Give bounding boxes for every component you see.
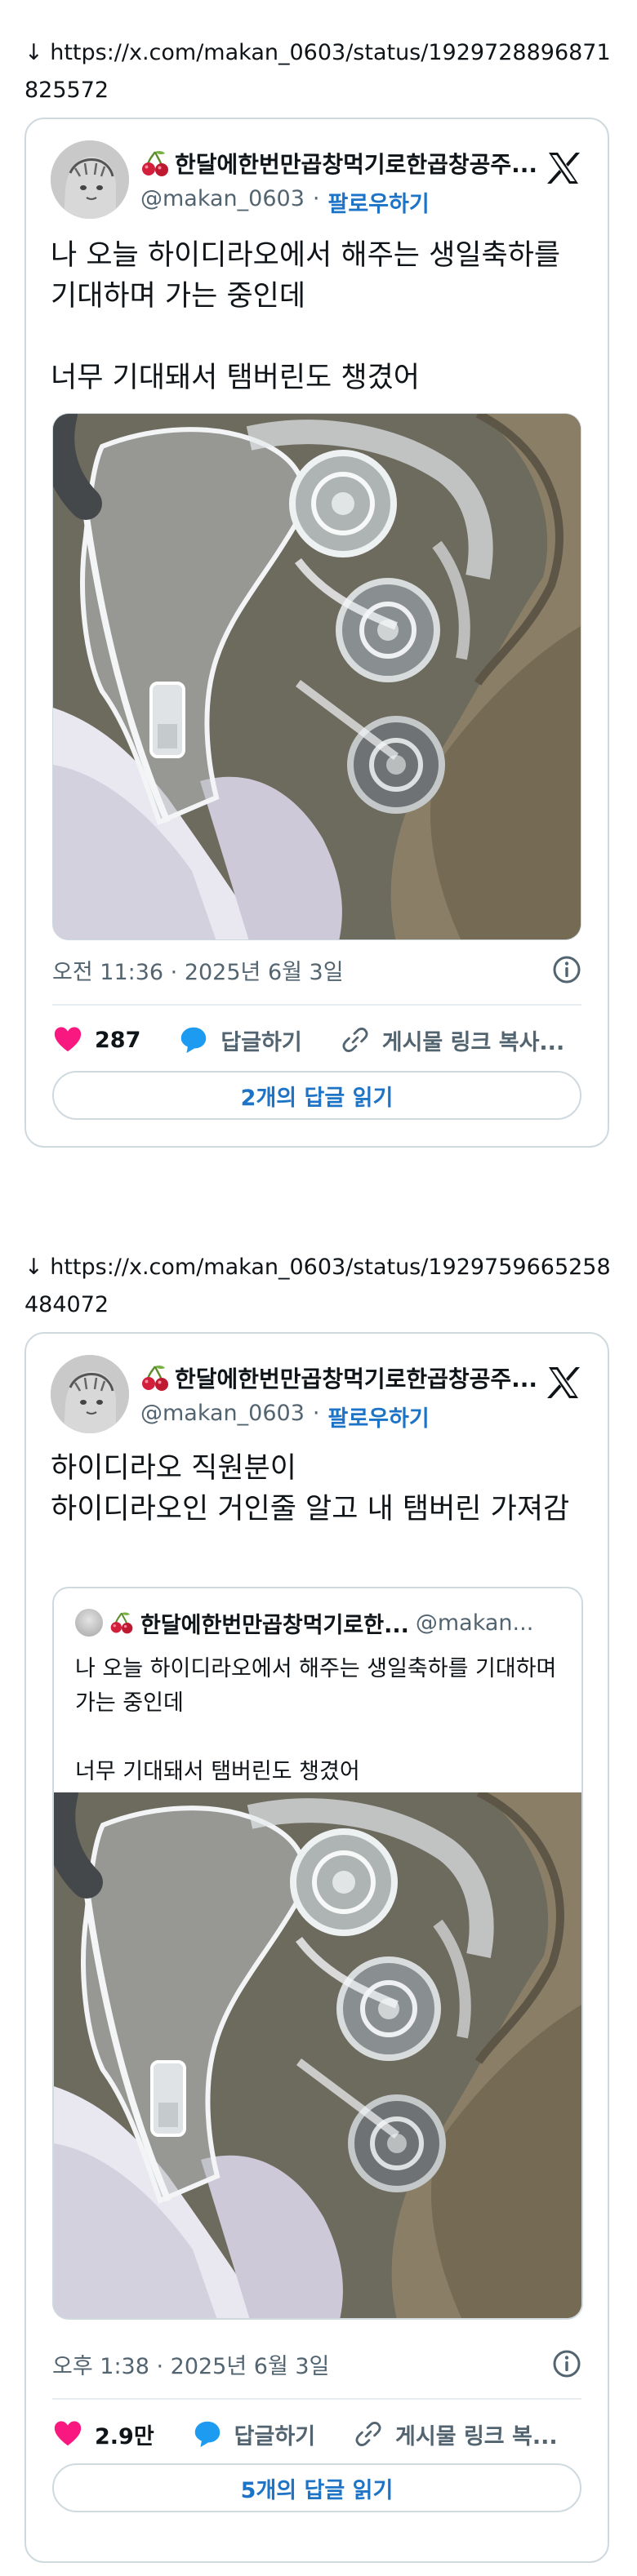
action-bar: 2.9만 답글하기 게시물 링크 복... xyxy=(52,2416,581,2452)
like-count: 2.9만 xyxy=(95,2423,154,2449)
avatar-image xyxy=(51,140,129,219)
author-display-name[interactable]: 한달에한번만곱창먹기로한곱창공주... xyxy=(175,147,537,180)
post-2: ↓ https://x.com/makan_0603/status/192975… xyxy=(0,1224,637,2576)
author-name-row[interactable]: 한달에한번만곱창먹기로한곱창공주... xyxy=(140,147,541,180)
timestamp-row: 오후 1:38 · 2025년 6월 3일 xyxy=(52,2347,583,2380)
tweet-card[interactable]: 한달에한번만곱창먹기로한곱창공주... @makan_0603 · 팔로우하기 … xyxy=(24,1332,609,2563)
divider xyxy=(52,1004,581,1006)
action-bar: 287 답글하기 게시물 링크 복사... xyxy=(52,1022,581,1058)
cherry-icon xyxy=(140,1363,170,1392)
tambourine-photo xyxy=(53,414,581,940)
cherry-icon xyxy=(140,149,170,178)
like-count: 287 xyxy=(95,1027,141,1053)
quoted-handle: @makan... xyxy=(415,1610,534,1636)
author-handle[interactable]: @makan_0603 xyxy=(140,1401,305,1432)
read-replies-button[interactable]: 2개의 답글 읽기 xyxy=(52,1071,581,1120)
link-icon xyxy=(353,2418,384,2449)
like-button[interactable]: 287 xyxy=(52,1024,140,1055)
reply-button[interactable]: 답글하기 xyxy=(192,2418,315,2450)
tambourine-photo xyxy=(54,1792,581,2320)
tweet-text: 하이디라오 직원분이 하이디라오인 거인줄 알고 내 탬버린 가져감 xyxy=(51,1448,581,1530)
tweet-timestamp[interactable]: 오후 1:38 · 2025년 6월 3일 xyxy=(52,2348,329,2380)
tweet-text-body: 나 오늘 하이디라오에서 해주는 생일축하를 기대하며 가는 중인데 너무 기대… xyxy=(51,239,561,394)
link-icon xyxy=(340,1024,371,1055)
avatar-image xyxy=(51,1355,129,1433)
reply-label: 답글하기 xyxy=(234,2423,316,2449)
avatar[interactable] xyxy=(51,140,129,219)
tweet-timestamp[interactable]: 오전 11:36 · 2025년 6월 3일 xyxy=(52,954,344,986)
tweet-text: 나 오늘 하이디라오에서 해주는 생일축하를 기대하며 가는 중인데 너무 기대… xyxy=(51,235,581,398)
separator-dot: · xyxy=(312,1401,320,1426)
author-handle-row: @makan_0603 · 팔로우하기 xyxy=(140,186,430,218)
follow-button[interactable]: 팔로우하기 xyxy=(327,1401,429,1432)
x-logo-icon[interactable] xyxy=(544,1363,583,1402)
post-url[interactable]: ↓ https://x.com/makan_0603/status/192975… xyxy=(24,1249,612,1324)
read-replies-label: 2개의 답글 읽기 xyxy=(240,1085,394,1111)
reply-label: 답글하기 xyxy=(220,1029,302,1055)
copy-link-button[interactable]: 게시물 링크 복... xyxy=(353,2418,581,2450)
like-button[interactable]: 2.9만 xyxy=(52,2418,154,2450)
quoted-tweet[interactable]: 한달에한번만곱창먹기로한... @makan... 나 오늘 하이디라오에서 해… xyxy=(52,1587,583,2320)
heart-icon xyxy=(52,2418,83,2449)
info-icon[interactable] xyxy=(550,953,583,986)
divider xyxy=(52,2398,581,2400)
quoted-photo[interactable] xyxy=(54,1792,581,2320)
tweet-text-body: 하이디라오 직원분이 하이디라오인 거인줄 알고 내 탬버린 가져감 xyxy=(51,1452,570,1526)
x-logo-icon[interactable] xyxy=(544,149,583,188)
info-icon[interactable] xyxy=(550,2347,583,2380)
copy-link-label: 게시물 링크 복사... xyxy=(381,1029,565,1055)
author-display-name[interactable]: 한달에한번만곱창먹기로한곱창공주... xyxy=(175,1361,537,1394)
author-handle-row: @makan_0603 · 팔로우하기 xyxy=(140,1401,430,1432)
author-name-row[interactable]: 한달에한번만곱창먹기로한곱창공주... xyxy=(140,1361,541,1394)
tweet-card[interactable]: 한달에한번만곱창먹기로한곱창공주... @makan_0603 · 팔로우하기 … xyxy=(24,118,609,1148)
quoted-display-name: 한달에한번만곱창먹기로한... xyxy=(140,1612,409,1638)
tweet-photo[interactable] xyxy=(52,413,581,940)
read-replies-label: 5개의 답글 읽기 xyxy=(240,2477,394,2503)
reply-button[interactable]: 답글하기 xyxy=(178,1024,302,1056)
timestamp-row: 오전 11:36 · 2025년 6월 3일 xyxy=(52,953,583,986)
avatar[interactable] xyxy=(51,1355,129,1433)
separator-dot: · xyxy=(312,186,320,211)
quoted-text: 나 오늘 하이디라오에서 해주는 생일축하를 기대하며 가는 중인데 너무 기대… xyxy=(75,1656,557,1784)
follow-button[interactable]: 팔로우하기 xyxy=(327,186,429,218)
cherry-icon xyxy=(109,1610,134,1635)
quoted-avatar xyxy=(75,1609,103,1637)
heart-icon xyxy=(52,1024,83,1055)
speech-bubble-icon xyxy=(192,2418,223,2449)
quoted-author-row: 한달에한번만곱창먹기로한... @makan... xyxy=(75,1606,565,1639)
post-1: ↓ https://x.com/makan_0603/status/192972… xyxy=(0,0,637,1159)
copy-link-label: 게시물 링크 복... xyxy=(395,2423,558,2449)
read-replies-button[interactable]: 5개의 답글 읽기 xyxy=(52,2463,581,2512)
post-url[interactable]: ↓ https://x.com/makan_0603/status/192972… xyxy=(24,34,612,109)
author-handle[interactable]: @makan_0603 xyxy=(140,186,305,218)
speech-bubble-icon xyxy=(178,1024,209,1055)
copy-link-button[interactable]: 게시물 링크 복사... xyxy=(340,1024,581,1056)
